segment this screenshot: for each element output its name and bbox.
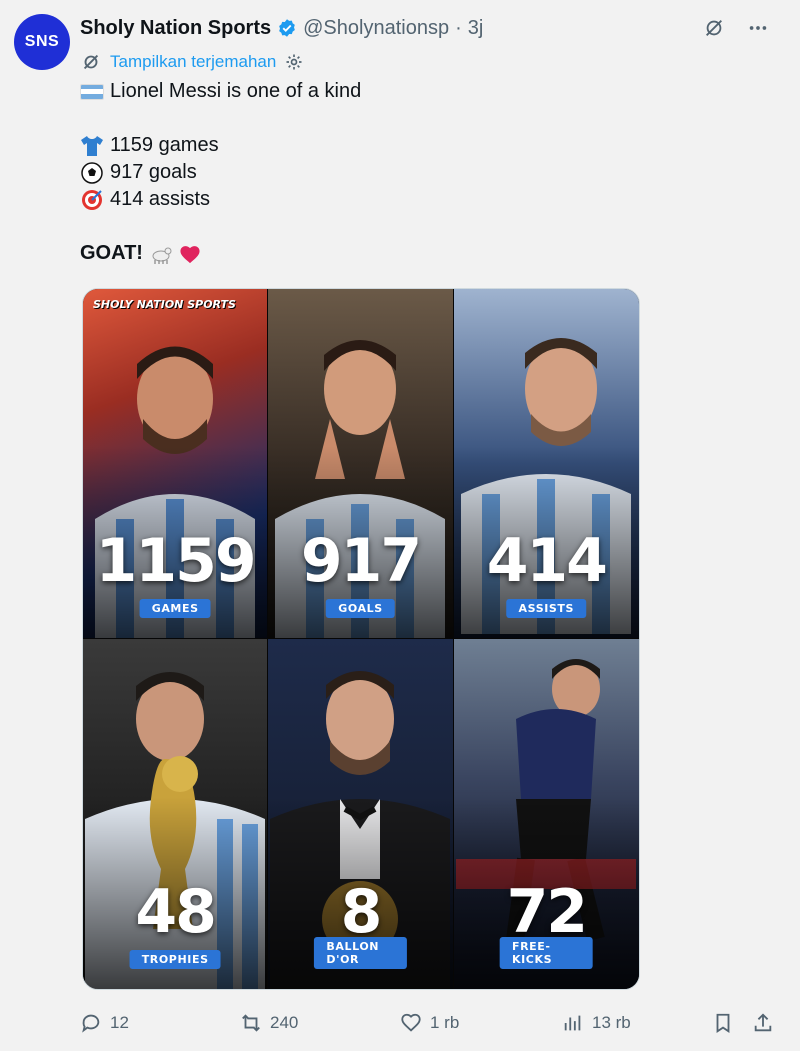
stat-value: 48	[135, 877, 217, 947]
tweet-actions-bar: 12 240 1 rb 13 rb	[80, 1008, 784, 1038]
tweet-line-goat: GOAT!	[80, 242, 143, 264]
reply-icon	[82, 1014, 100, 1033]
jersey-icon	[81, 135, 103, 156]
show-translation-link[interactable]: Tampilkan terjemahan	[110, 52, 276, 72]
tweet-text: Lionel Messi is one of a kind 1159 games…	[80, 78, 700, 267]
more-options-icon[interactable]	[744, 14, 772, 42]
author-handle[interactable]: @Sholynationsp	[303, 17, 449, 40]
avatar[interactable]: SNS	[14, 14, 70, 70]
stat-card-assists: 414 ASSISTS	[453, 289, 639, 639]
stat-label: GAMES	[139, 599, 211, 618]
stat-label: BALLON D'OR	[314, 937, 407, 969]
settings-gear-icon[interactable]	[284, 52, 304, 72]
tweet-line-goals: 917 goals	[110, 161, 197, 183]
translate-row: Tampilkan terjemahan	[80, 50, 304, 74]
stat-card-free-kicks: 72 FREE-KICKS	[453, 639, 639, 989]
stat-label: FREE-KICKS	[499, 937, 593, 969]
views-count: 13 rb	[592, 1013, 631, 1032]
reply-count: 12	[110, 1013, 129, 1032]
red-heart-icon	[180, 245, 200, 263]
stat-label: ASSISTS	[506, 599, 587, 618]
heart-icon	[401, 1013, 421, 1032]
stat-card-trophies: 48 TROPHIES	[83, 639, 269, 989]
stat-label: TROPHIES	[129, 950, 221, 969]
reply-button[interactable]: 12	[80, 1012, 240, 1034]
bookmark-icon	[716, 1013, 730, 1033]
sholy-nation-watermark: SHOLY NATION SPORTS	[93, 298, 236, 311]
stat-card-ballon-dor: 8 BALLON D'OR	[268, 639, 454, 989]
views-button[interactable]: 13 rb	[562, 1012, 712, 1034]
repost-count: 240	[270, 1013, 299, 1032]
stat-label: GOALS	[326, 599, 395, 618]
views-chart-icon	[564, 1015, 581, 1031]
media-image-grid[interactable]: SHOLY NATION SPORTS 1159 GAMES 917 GOALS…	[82, 288, 640, 990]
like-count: 1 rb	[430, 1013, 460, 1032]
tweet-line-assists: 414 assists	[110, 188, 211, 210]
grok-icon[interactable]	[700, 14, 728, 42]
target-icon	[82, 189, 102, 210]
stat-card-goals: 917 GOALS	[268, 289, 454, 639]
repost-icon	[242, 1014, 260, 1032]
author-name[interactable]: Sholy Nation Sports	[80, 17, 271, 40]
stat-value: 414	[486, 526, 608, 596]
grok-small-icon	[83, 54, 99, 70]
stat-card-games: SHOLY NATION SPORTS 1159 GAMES	[83, 289, 269, 639]
goat-icon	[152, 247, 172, 264]
share-icon	[754, 1013, 772, 1032]
tweet-header: Sholy Nation Sports @Sholynationsp · 3j	[80, 14, 780, 42]
soccer-ball-icon	[81, 161, 103, 184]
avatar-text: SNS	[24, 33, 60, 50]
tweet-line-games: 1159 games	[110, 134, 219, 156]
separator-dot: ·	[455, 16, 462, 39]
bookmark-button[interactable]	[712, 1012, 752, 1034]
argentina-flag-icon	[80, 83, 104, 100]
tweet-time[interactable]: 3j	[468, 17, 484, 40]
share-button[interactable]	[752, 1012, 782, 1034]
stat-value: 917	[300, 526, 422, 596]
stat-value: 1159	[95, 526, 257, 596]
like-button[interactable]: 1 rb	[400, 1012, 562, 1034]
repost-button[interactable]: 240	[240, 1012, 400, 1034]
verified-badge-icon	[279, 19, 295, 37]
tweet-line-intro: Lionel Messi is one of a kind	[110, 80, 362, 102]
